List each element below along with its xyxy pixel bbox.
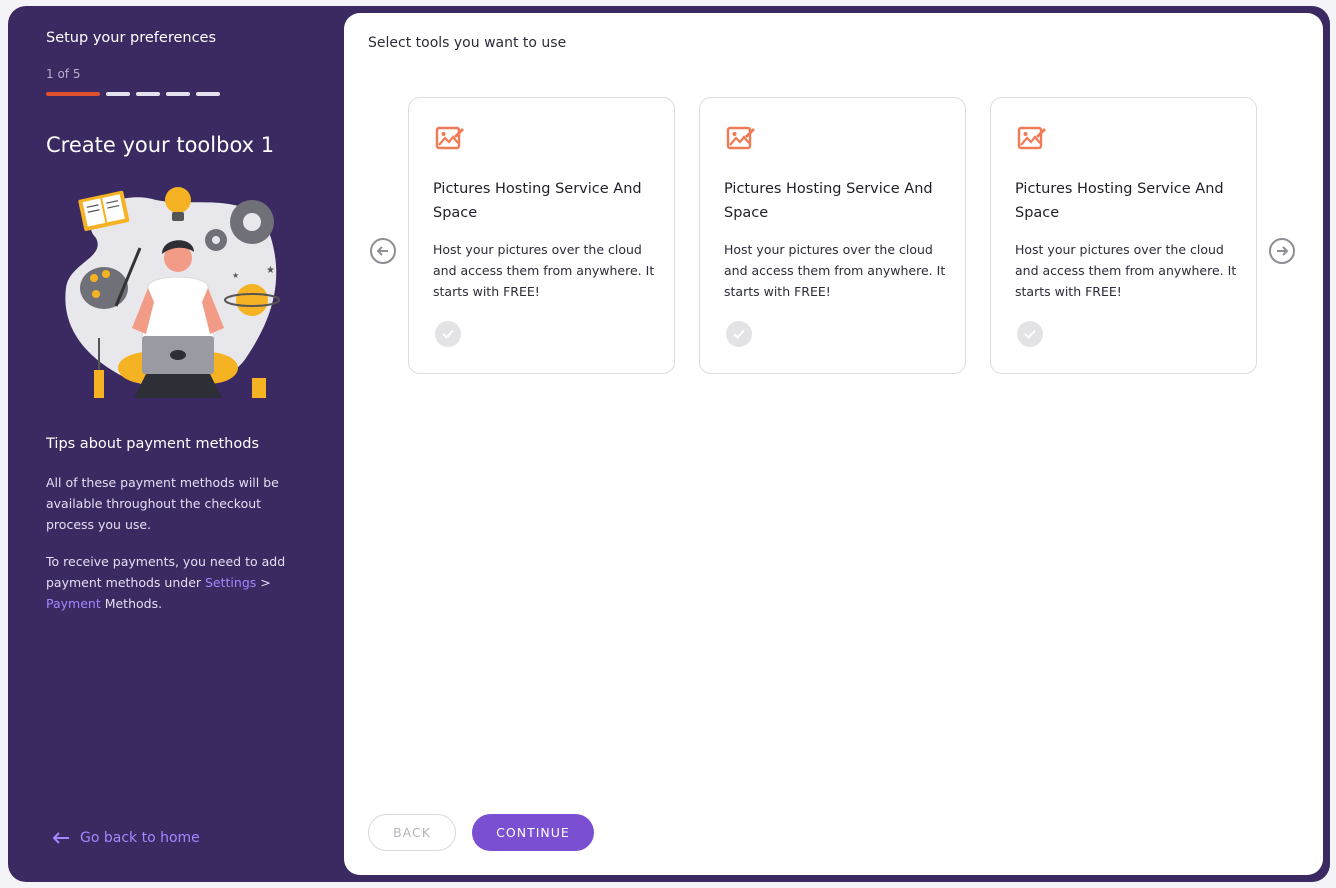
carousel-next-button[interactable] [1269,238,1295,264]
go-back-home-link[interactable]: Go back to home [52,830,200,846]
card-title: Pictures Hosting Service And Space [433,181,642,221]
progress-segment-4 [166,92,190,96]
svg-text:★: ★ [266,265,275,276]
progress-segment-5 [196,92,220,96]
select-checkbox[interactable] [726,321,752,347]
tips-paragraph-1: All of these payment methods will be ava… [46,475,279,532]
back-button[interactable]: BACK [368,814,456,851]
tips-heading: Tips about payment methods [46,436,260,452]
step-count: 1 of 5 [46,67,81,81]
checkmark-icon [442,329,454,339]
tips-separator: > [256,575,271,590]
main-title: Select tools you want to use [368,35,567,51]
toolbox-illustration: ★ ★ [65,187,280,398]
arrow-left-icon [376,246,388,256]
svg-text:★: ★ [232,271,239,280]
image-edit-icon [726,126,755,150]
go-home-label: Go back to home [80,830,200,846]
card-description: Host your pictures over the cloud and ac… [724,242,946,299]
sidebar: Setup your preferences 1 of 5 Create you… [8,6,344,882]
card-title: Pictures Hosting Service And Space [1015,181,1224,221]
tips-text-suffix: Methods. [100,596,163,611]
checkmark-icon [1024,329,1036,339]
carousel-prev-button[interactable] [370,238,396,264]
checkmark-icon [733,329,745,339]
progress-segment-3 [136,92,160,96]
step-progress [46,92,220,96]
card-title: Pictures Hosting Service And Space [724,181,933,221]
arrow-right-icon [1277,246,1289,256]
image-edit-icon [435,126,464,150]
card-description: Host your pictures over the cloud and ac… [1015,242,1237,299]
continue-button[interactable]: CONTINUE [472,814,594,851]
tips-paragraph-2: To receive payments, you need to add pay… [46,551,306,614]
setup-title: Setup your preferences [46,30,217,46]
select-checkbox[interactable] [435,321,461,347]
settings-link[interactable]: Settings [205,575,256,590]
tool-card[interactable]: Pictures Hosting Service And Space Host … [408,97,675,374]
main-panel: Select tools you want to use Pictures Ho… [344,13,1323,875]
select-checkbox[interactable] [1017,321,1043,347]
tool-card[interactable]: Pictures Hosting Service And Space Host … [990,97,1257,374]
progress-segment-1 [46,92,100,96]
image-edit-icon [1017,126,1046,150]
page-heading: Create your toolbox 1 [46,133,275,157]
arrow-left-icon [52,832,69,844]
payment-link[interactable]: Payment [46,596,101,611]
card-description: Host your pictures over the cloud and ac… [433,242,655,299]
progress-segment-2 [106,92,130,96]
tool-card[interactable]: Pictures Hosting Service And Space Host … [699,97,966,374]
